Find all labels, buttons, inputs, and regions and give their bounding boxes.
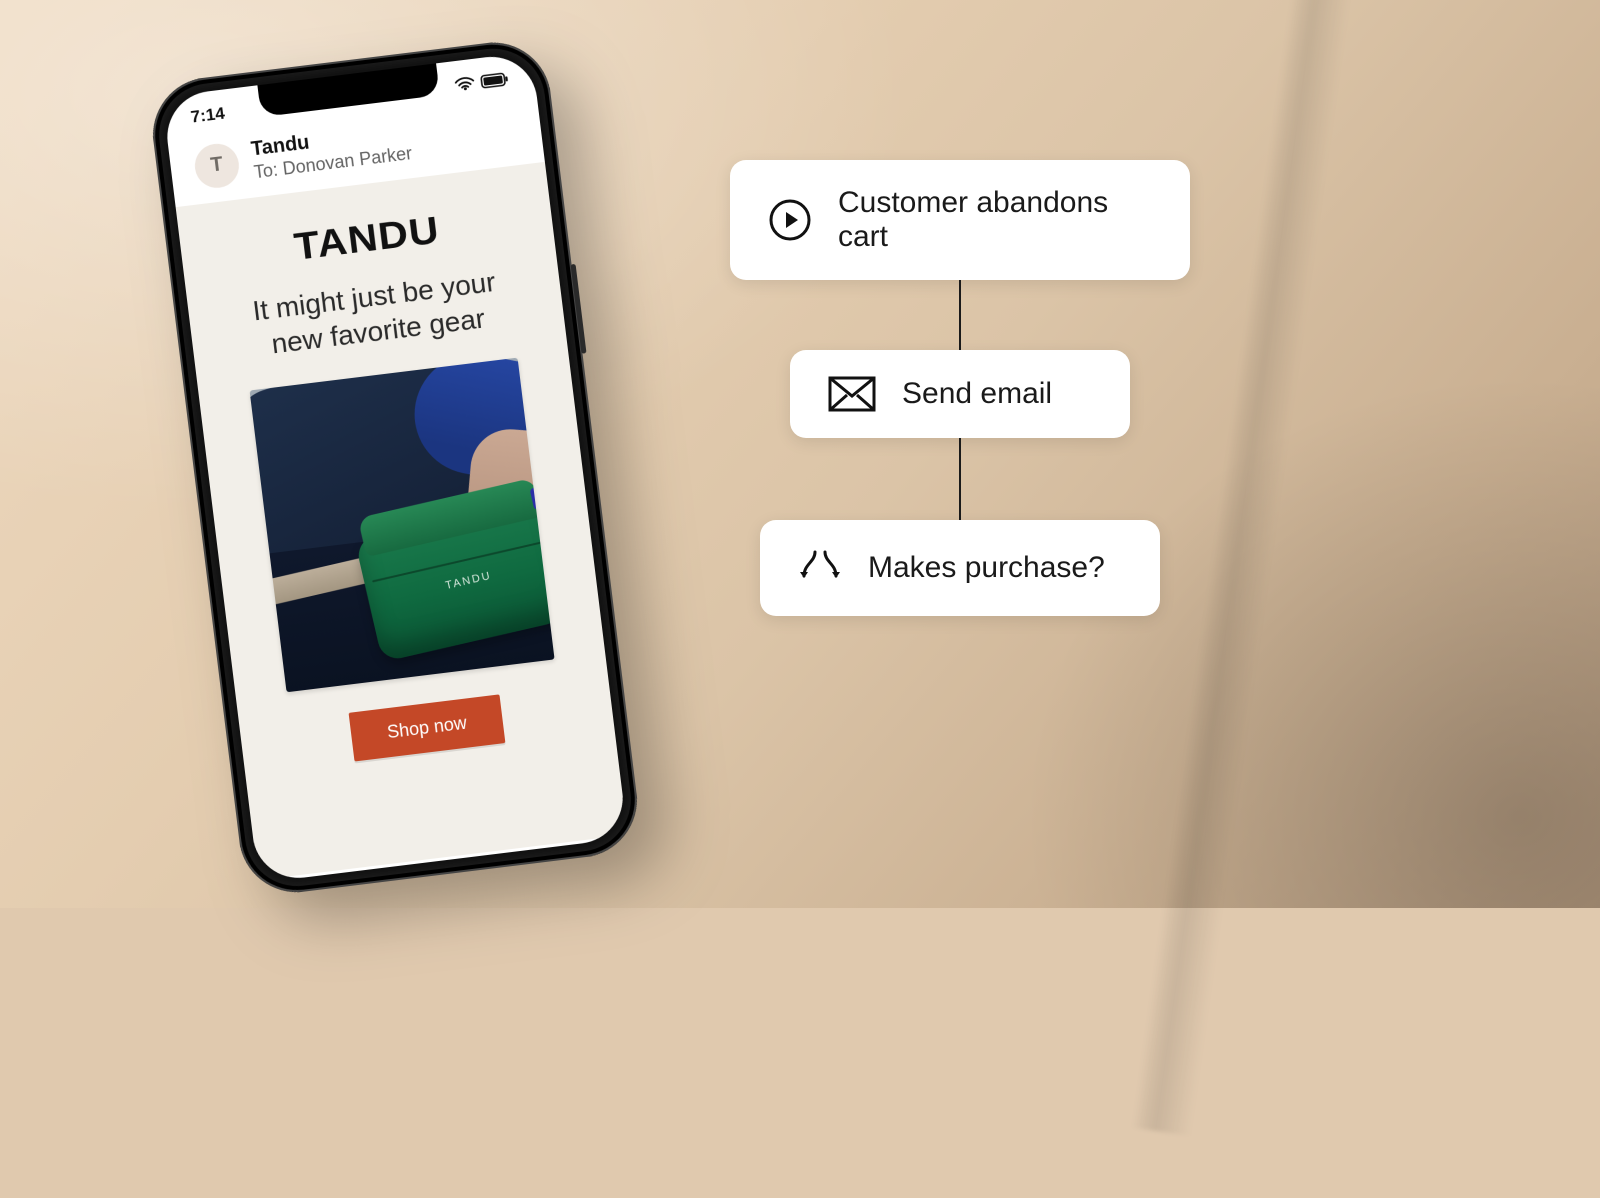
product-image: TANDU: [250, 358, 555, 693]
phone-screen: 7:14: [162, 52, 628, 883]
flow-step-label: Makes purchase?: [868, 551, 1105, 585]
flow-step-label: Customer abandons cart: [838, 186, 1152, 254]
flow-connector: [959, 438, 961, 520]
automation-flow: Customer abandons cart Send email Makes …: [700, 160, 1220, 616]
status-time: 7:14: [190, 104, 226, 128]
email-headline: It might just be your new favorite gear: [223, 261, 529, 367]
email-body: TANDU It might just be your new favorite…: [176, 162, 628, 880]
battery-icon: [480, 72, 509, 89]
sender-avatar: T: [192, 141, 241, 190]
flow-step-label: Send email: [902, 377, 1052, 411]
flow-connector: [959, 280, 961, 350]
branch-icon: [798, 546, 842, 590]
wifi-icon: [454, 76, 476, 92]
mail-icon: [828, 376, 876, 412]
product-brand-label: TANDU: [444, 570, 493, 592]
flow-step-trigger[interactable]: Customer abandons cart: [730, 160, 1190, 280]
shop-now-button[interactable]: Shop now: [349, 694, 506, 761]
flow-step-action[interactable]: Send email: [790, 350, 1130, 438]
flow-step-condition[interactable]: Makes purchase?: [760, 520, 1160, 616]
play-icon: [768, 198, 812, 242]
